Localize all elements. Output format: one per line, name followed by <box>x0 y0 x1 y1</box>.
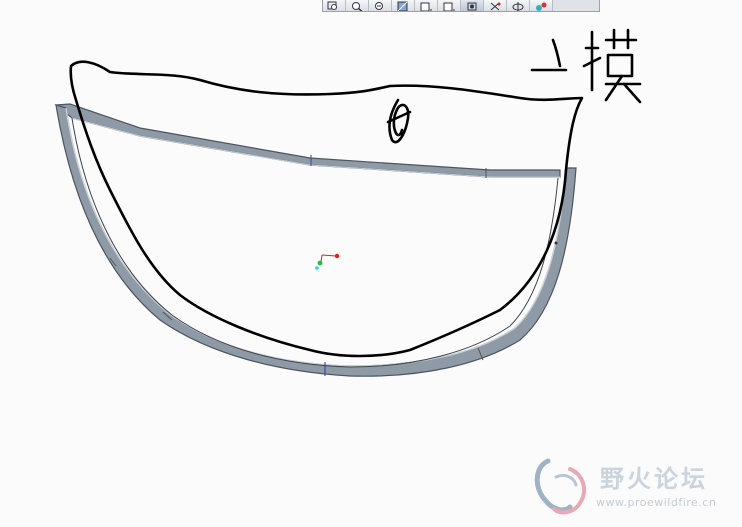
datum-display-icon <box>490 2 501 10</box>
watermark-title: 野火论坛 <box>600 465 708 493</box>
graphics-window[interactable]: 一模 <box>0 0 742 523</box>
zoom-out-button[interactable] <box>369 0 392 11</box>
model-canvas[interactable] <box>0 0 742 523</box>
saved-view-button[interactable] <box>415 0 438 11</box>
zoom-window-icon <box>327 1 337 10</box>
spin-center-icon <box>512 1 524 11</box>
annotation-text: 一模 <box>0 0 1 1</box>
zoom-out-icon <box>375 1 383 10</box>
view-orientation-button[interactable] <box>461 0 484 11</box>
display-style-icon <box>443 2 455 11</box>
forum-logo-icon <box>534 458 587 515</box>
zoom-in-icon <box>352 1 363 11</box>
display-style-button[interactable] <box>438 0 461 11</box>
spin-center-button[interactable] <box>507 0 530 11</box>
zoom-window-button[interactable] <box>323 0 346 11</box>
appearance-button[interactable] <box>530 0 553 11</box>
saved-view-icon <box>420 2 432 11</box>
repaint-icon <box>397 1 408 11</box>
zoom-in-button[interactable] <box>346 0 369 11</box>
forum-watermark: 野火论坛 www.proewildfire.cn <box>530 455 740 519</box>
appearance-icon <box>536 2 547 11</box>
watermark-url: www.proewildfire.cn <box>596 496 717 509</box>
csys-marker <box>315 253 340 270</box>
bumper-frame-part[interactable] <box>54 103 577 377</box>
view-orientation-icon <box>467 2 477 10</box>
datum-display-button[interactable] <box>484 0 507 11</box>
view-toolbar <box>322 0 600 12</box>
repaint-button[interactable] <box>392 0 415 11</box>
